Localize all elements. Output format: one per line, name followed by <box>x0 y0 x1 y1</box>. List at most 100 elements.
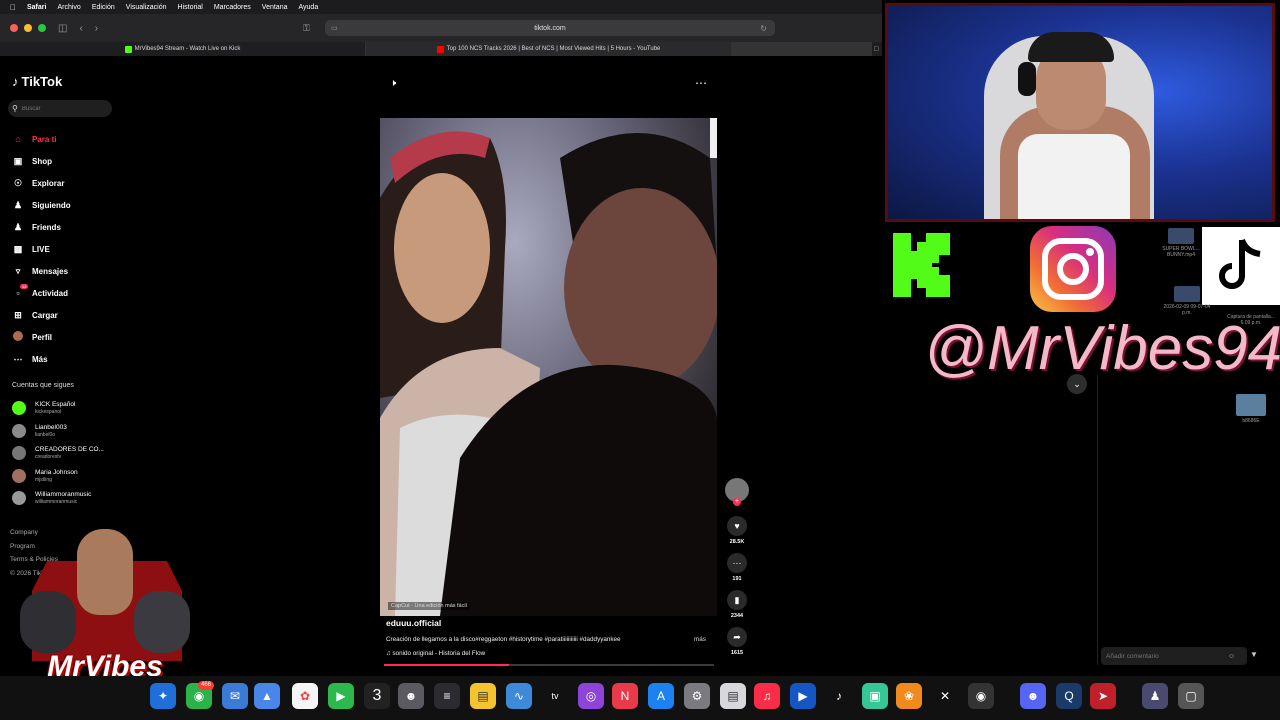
app-store-dock-icon[interactable]: A <box>648 683 674 709</box>
tv-dock-icon[interactable]: tv <box>542 683 568 709</box>
nav-friends[interactable]: ♟ Friends <box>12 216 122 238</box>
page-menu-icon[interactable]: ▭ <box>331 24 338 32</box>
video-progress-bar[interactable] <box>384 664 714 666</box>
search-input[interactable] <box>21 105 102 112</box>
volume-icon[interactable]: 🕨 <box>390 78 396 89</box>
following-item[interactable]: KICK Español kickespanol <box>12 397 122 420</box>
bookmark-icon[interactable]: ▮ <box>727 590 747 610</box>
menu-safari[interactable]: Safari <box>27 4 46 11</box>
music-dock-icon[interactable]: ♫ <box>754 683 780 709</box>
emoji-icon[interactable]: ☺ <box>1228 653 1235 660</box>
menu-ayuda[interactable]: Ayuda <box>298 4 318 11</box>
nav-para-ti[interactable]: ⌂ Para ti <box>12 128 122 150</box>
share-action[interactable]: ➦ 1615 <box>724 627 750 656</box>
minimize-window-button[interactable] <box>24 24 32 32</box>
save-action[interactable]: ▮ 2344 <box>724 590 750 619</box>
trash-dock-icon[interactable]: ▢ <box>1178 683 1204 709</box>
menu-ventana[interactable]: Ventana <box>262 4 288 11</box>
contacts-dock-icon[interactable]: ☻ <box>398 683 424 709</box>
freeform-dock-icon[interactable]: ∿ <box>506 683 532 709</box>
following-item[interactable]: CREADORES DE CO... creadorestv <box>12 442 122 465</box>
tab-tiktok[interactable] <box>732 42 872 56</box>
comment-input[interactable] <box>1106 652 1228 660</box>
files-dock-icon[interactable]: ▤ <box>720 683 746 709</box>
notes-dock-icon[interactable]: ▤ <box>470 683 496 709</box>
quicktime-dock-icon[interactable]: Q <box>1056 683 1082 709</box>
safari-dock-icon[interactable]: ✦ <box>150 683 176 709</box>
privacy-shield-icon[interactable]: ⚿ <box>303 23 310 34</box>
follow-plus-icon[interactable]: + <box>733 498 741 506</box>
account-name: Maria Johnson <box>35 468 78 476</box>
nav-explorar[interactable]: ☉ Explorar <box>12 172 122 194</box>
streamlabs-dock-icon[interactable]: ▣ <box>862 683 888 709</box>
nav-perfil[interactable]: Perfil <box>12 326 122 348</box>
discord-dock-icon[interactable]: ☻ <box>1020 683 1046 709</box>
following-item[interactable]: Williammoranmusic williammoranmusic <box>12 487 122 510</box>
back-icon[interactable]: ‹ <box>79 23 82 34</box>
video-sound[interactable]: ♫ sonido original - Historia del Flow <box>386 650 485 657</box>
comment-icon[interactable]: ⋯ <box>727 553 747 573</box>
comment-action[interactable]: ⋯ 191 <box>724 553 750 582</box>
tab-youtube[interactable]: Top 100 NCS Tracks 2026 | Best of NCS | … <box>366 42 732 56</box>
video-player[interactable]: CapCut · Una edición más fácil <box>380 118 717 616</box>
chevron-down-icon[interactable]: ⌄ <box>1067 374 1087 394</box>
creator-avatar[interactable]: + <box>725 478 749 506</box>
capcut-dock-icon[interactable]: ✕ <box>932 683 958 709</box>
obs-dock-icon[interactable]: ◉ <box>968 683 994 709</box>
nav-cargar[interactable]: ⊞ Cargar <box>12 304 122 326</box>
fl-studio-dock-icon[interactable]: ❀ <box>896 683 922 709</box>
kick-dock-icon[interactable]: ➤ <box>1090 683 1116 709</box>
zoom-window-button[interactable] <box>38 24 46 32</box>
game-dock-icon[interactable]: ♟ <box>1142 683 1168 709</box>
mail-dock-icon[interactable]: ✉ <box>222 683 248 709</box>
following-item[interactable]: Maria Johnson mjstling <box>12 465 122 488</box>
more-options-icon[interactable]: ⋯ <box>695 76 708 90</box>
reload-icon[interactable]: ↻ <box>760 24 767 33</box>
facetime-dock-icon[interactable]: ▶ <box>328 683 354 709</box>
file-label: SUPER BOWL... BUNNY.mp4 <box>1162 246 1200 258</box>
description-more-link[interactable]: más <box>694 636 706 643</box>
calendar-dock-icon[interactable]: 3 <box>364 683 390 709</box>
playstation-dock-icon[interactable]: ▶ <box>790 683 816 709</box>
sidebar-toggle-icon[interactable]: ◫ <box>58 23 67 34</box>
nav-mas[interactable]: ⋯ Más <box>12 348 122 370</box>
news-dock-icon[interactable]: N <box>612 683 638 709</box>
menu-edicion[interactable]: Edición <box>92 4 115 11</box>
url-text[interactable]: tiktok.com <box>534 25 566 32</box>
menu-archivo[interactable]: Archivo <box>57 4 80 11</box>
video-actions: + ♥ 28.5K ⋯ 191 ▮ 2344 ➦ 1615 <box>724 478 750 656</box>
nav-siguiendo[interactable]: ♟ Siguiendo <box>12 194 122 216</box>
new-tab-icon[interactable]: □ <box>874 46 878 53</box>
desktop-file[interactable]: 2026-02-09 09-07-04 p.m. <box>1162 286 1212 316</box>
desktop-file[interactable]: SUPER BOWL... BUNNY.mp4 <box>1156 228 1206 258</box>
tiktok-dock-icon[interactable]: ♪ <box>826 683 852 709</box>
comment-input-box[interactable]: ☺ <box>1101 647 1247 665</box>
address-bar[interactable]: ▭ tiktok.com ↻ <box>325 20 775 36</box>
menu-visualizacion[interactable]: Visualización <box>126 4 167 11</box>
tiktok-logo[interactable]: ♪ TikTok <box>12 74 62 89</box>
heart-icon[interactable]: ♥ <box>727 516 747 536</box>
apple-icon[interactable]:  <box>10 3 16 12</box>
send-icon[interactable]: ▼ <box>1250 650 1258 659</box>
nav-mensajes[interactable]: ▿ Mensajes <box>12 260 122 282</box>
search-box[interactable]: ⚲ <box>8 100 112 117</box>
settings-dock-icon[interactable]: ⚙ <box>684 683 710 709</box>
reminders-dock-icon[interactable]: ≡ <box>434 683 460 709</box>
nav-live[interactable]: ▩ LIVE <box>12 238 122 260</box>
photos-dock-icon[interactable]: ✿ <box>292 683 318 709</box>
podcasts-dock-icon[interactable]: ◎ <box>578 683 604 709</box>
share-icon[interactable]: ➦ <box>727 627 747 647</box>
following-item[interactable]: Lianbel003 lianbel0o <box>12 420 122 443</box>
tab-kick[interactable]: MrVibes94 Stream - Watch Live on Kick <box>0 42 366 56</box>
menu-marcadores[interactable]: Marcadores <box>214 4 251 11</box>
maps-dock-icon[interactable]: ▲ <box>254 683 280 709</box>
forward-icon[interactable]: › <box>95 23 98 34</box>
like-action[interactable]: ♥ 28.5K <box>724 516 750 545</box>
nav-shop[interactable]: ▣ Shop <box>12 150 122 172</box>
desktop-file[interactable]: Captura de pantalla... 6.09 p.m. <box>1226 314 1276 326</box>
video-author[interactable]: eduuu.official <box>386 618 441 628</box>
account-name: CREADORES DE CO... <box>35 446 104 454</box>
nav-actividad[interactable]: ▫ 12 Actividad <box>12 282 122 304</box>
menu-historial[interactable]: Historial <box>178 4 203 11</box>
close-window-button[interactable] <box>10 24 18 32</box>
